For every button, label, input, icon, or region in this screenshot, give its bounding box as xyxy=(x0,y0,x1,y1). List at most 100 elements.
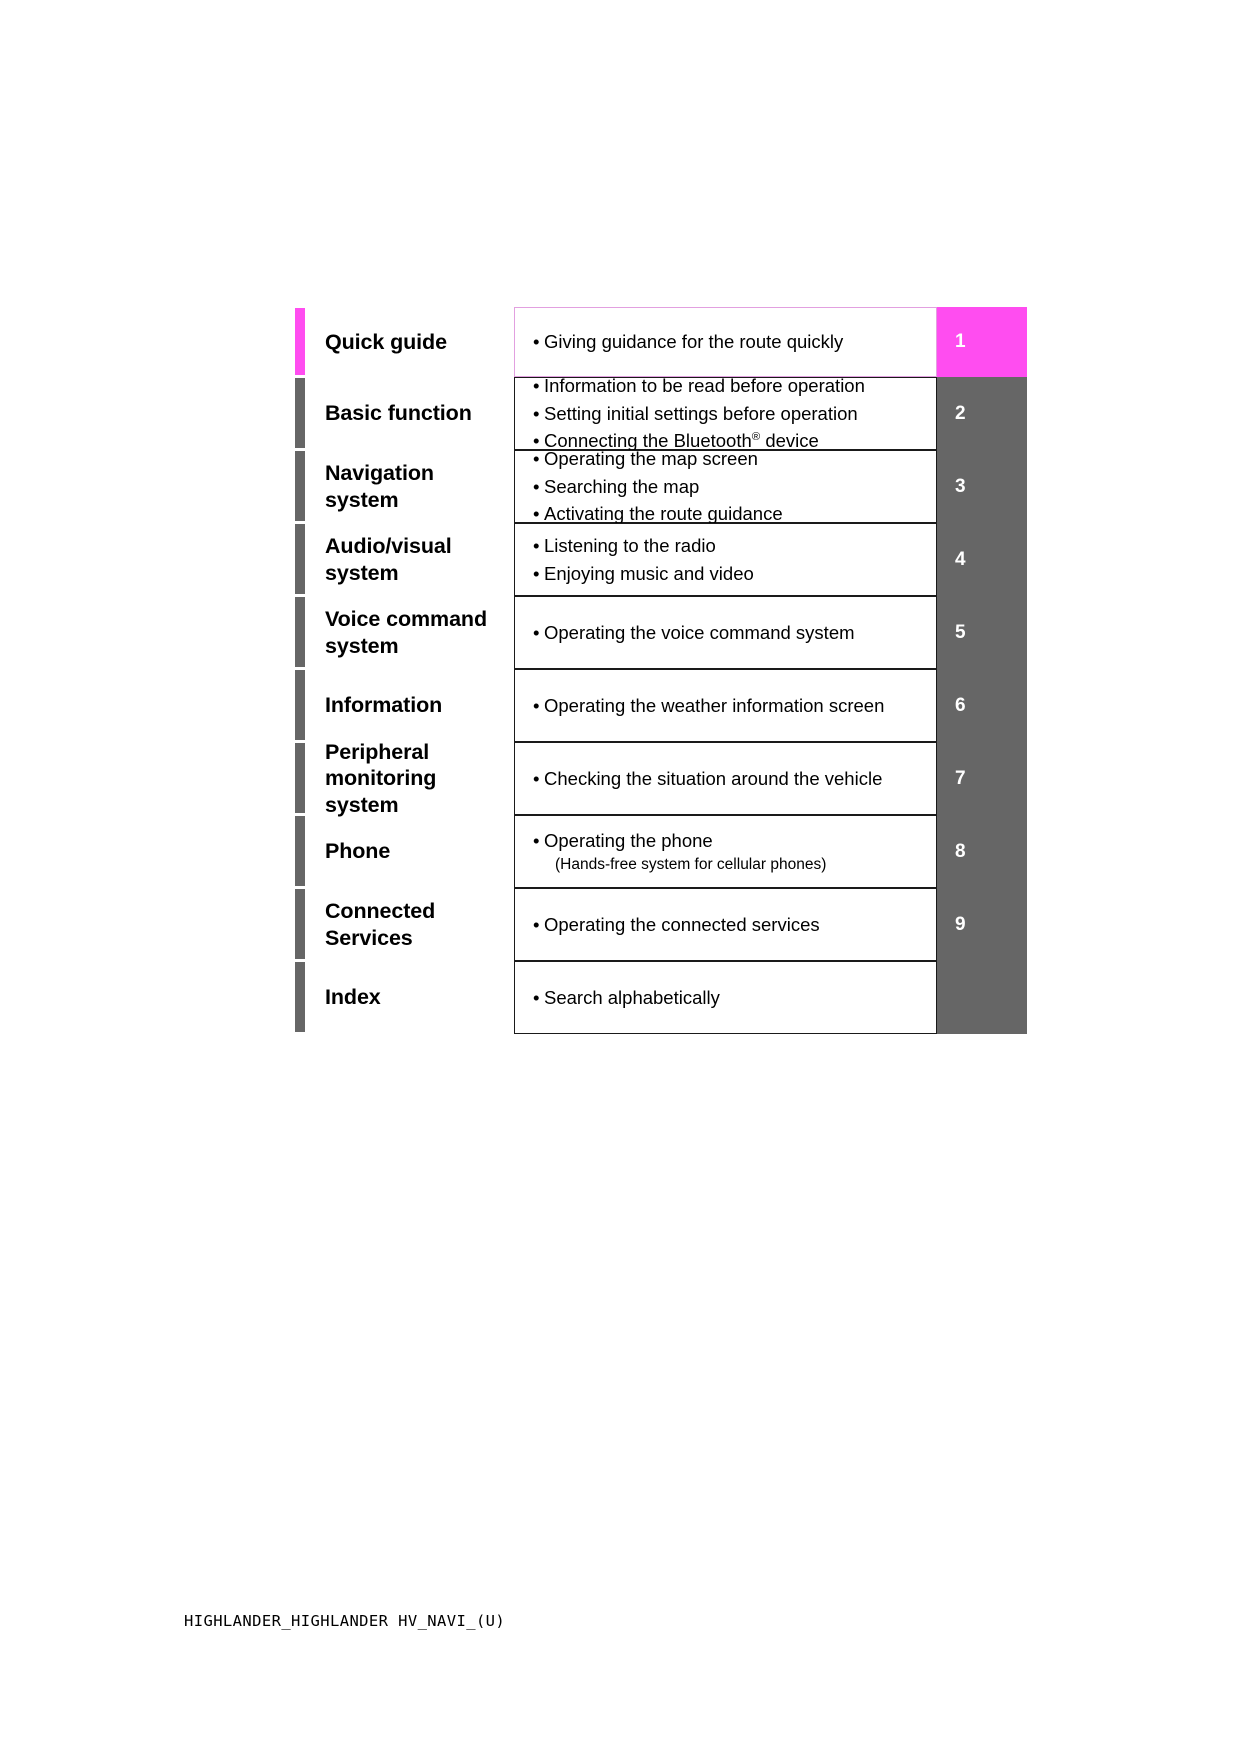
bullet-icon: • xyxy=(533,448,540,470)
bullet-icon: • xyxy=(533,402,540,424)
chapter-title-text: Phone xyxy=(325,839,391,864)
chapter-number-tab[interactable] xyxy=(937,961,1027,1034)
bullet-icon: • xyxy=(533,767,540,789)
registered-trademark-icon: ® xyxy=(751,431,761,444)
chapter-title[interactable]: Basic function xyxy=(311,377,514,450)
chapter-number-tab[interactable]: 1 xyxy=(937,307,1027,377)
chapter-description: • Giving guidance for the route quickly xyxy=(514,307,937,377)
description-line: (Hands-free system for cellular phones) xyxy=(555,855,827,873)
chapter-number-tab[interactable]: 7 xyxy=(937,742,1027,815)
chapter-color-bar xyxy=(295,888,311,961)
toc-row[interactable]: Quick guide • Giving guidance for the rout… xyxy=(295,307,1070,377)
bullet-icon: • xyxy=(533,331,540,353)
description-line: • Operating the map screen xyxy=(533,445,930,472)
toc-row[interactable]: Information • Operating the weather inform… xyxy=(295,669,1070,742)
chapter-number-tab[interactable]: 2 xyxy=(937,377,1027,450)
color-bar-fill xyxy=(295,889,305,959)
color-bar-fill xyxy=(295,378,305,448)
chapter-title-text: Navigation system xyxy=(325,461,434,512)
chapter-title[interactable]: Phone xyxy=(311,815,514,888)
bullet-icon: • xyxy=(533,375,540,397)
toc-row[interactable]: Index • Search alphabetically xyxy=(295,961,1070,1034)
bullet-icon: • xyxy=(533,535,540,557)
chapter-number-tab[interactable]: 9 xyxy=(937,888,1027,961)
chapter-description: • Operating the voice command system xyxy=(514,596,937,669)
color-bar-fill xyxy=(295,816,305,886)
chapter-number-tab[interactable]: 8 xyxy=(937,815,1027,888)
bullet-icon: • xyxy=(533,694,540,716)
chapter-title[interactable]: Connected Services xyxy=(311,888,514,961)
chapter-title-text: Basic function xyxy=(325,401,472,426)
color-bar-fill xyxy=(295,962,305,1032)
chapter-title[interactable]: Index xyxy=(311,961,514,1034)
chapter-title-text: Voice command system xyxy=(325,607,487,658)
table-of-contents: Quick guide • Giving guidance for the rout… xyxy=(295,307,1070,1034)
color-bar-fill xyxy=(295,308,305,375)
chapter-number-tab[interactable]: 6 xyxy=(937,669,1027,742)
toc-row[interactable]: Connected Services • Operating the connecte… xyxy=(295,888,1070,961)
chapter-number-tab[interactable]: 3 xyxy=(937,450,1027,523)
color-bar-fill xyxy=(295,743,305,813)
toc-row[interactable]: Navigation system • Operating the map scree… xyxy=(295,448,1070,524)
bullet-icon: • xyxy=(533,621,540,643)
toc-row[interactable]: Basic function • Information to be read be… xyxy=(295,375,1070,451)
description-line: • Enjoying music and video xyxy=(533,560,930,587)
toc-row[interactable]: Voice command system • Operating the voice … xyxy=(295,596,1070,669)
description-line: • Information to be read before operation xyxy=(533,372,930,399)
chapter-description: • Operating the phone (Hands-free system f… xyxy=(514,815,937,888)
chapter-title-text: Information xyxy=(325,693,443,718)
chapter-description: • Operating the map screen • Searching the … xyxy=(514,448,937,524)
chapter-title[interactable]: Voice command system xyxy=(311,596,514,669)
chapter-title-text: Index xyxy=(325,985,381,1010)
color-bar-fill xyxy=(295,670,305,740)
chapter-color-bar xyxy=(295,742,311,815)
toc-row[interactable]: Audio/visual system • Listening to the radi… xyxy=(295,523,1070,596)
chapter-color-bar xyxy=(295,523,311,596)
chapter-description: • Operating the weather information scree… xyxy=(514,669,937,742)
chapter-title-text: Connected Services xyxy=(325,899,436,950)
chapter-title[interactable]: Navigation system xyxy=(311,450,514,523)
color-bar-fill xyxy=(295,597,305,667)
description-line: • Giving guidance for the route quickly xyxy=(533,328,930,355)
bullet-icon: • xyxy=(533,830,540,852)
description-line: • Listening to the radio xyxy=(533,532,930,559)
bullet-icon: • xyxy=(533,475,540,497)
chapter-color-bar xyxy=(295,596,311,669)
chapter-color-bar xyxy=(295,450,311,523)
chapter-title-text: Audio/visual system xyxy=(325,534,452,585)
bullet-icon: • xyxy=(533,562,540,584)
toc-row[interactable]: Peripheral monitoring system • Checking the … xyxy=(295,740,1070,817)
chapter-description: • Information to be read before operation… xyxy=(514,375,937,451)
chapter-color-bar xyxy=(295,961,311,1034)
bullet-icon: • xyxy=(533,986,540,1008)
chapter-description: • Operating the connected services xyxy=(514,888,937,961)
bullet-icon: • xyxy=(533,913,540,935)
description-line: • Operating the voice command system xyxy=(533,619,930,646)
toc-row[interactable]: Phone • Operating the phone (Hands-free sys… xyxy=(295,815,1070,888)
chapter-description: • Listening to the radio • Enjoying music a… xyxy=(514,523,937,596)
chapter-description: • Checking the situation around the vehic… xyxy=(514,742,937,815)
description-line: • Operating the connected services xyxy=(533,911,930,938)
color-bar-fill xyxy=(295,451,305,521)
chapter-number-tab[interactable]: 5 xyxy=(937,596,1027,669)
page-footer-code: HIGHLANDER_HIGHLANDER HV_NAVI_(U) xyxy=(184,1612,506,1630)
chapter-color-bar xyxy=(295,815,311,888)
chapter-title[interactable]: Peripheral monitoring system xyxy=(311,740,514,817)
color-bar-fill xyxy=(295,524,305,594)
description-line: • Searching the map xyxy=(533,473,930,500)
description-line: • Search alphabetically xyxy=(533,984,930,1011)
description-line: • Operating the weather information scree… xyxy=(533,692,930,719)
chapter-color-bar xyxy=(295,307,311,377)
chapter-title[interactable]: Audio/visual system xyxy=(311,523,514,596)
description-line: • Checking the situation around the vehic… xyxy=(533,765,930,792)
chapter-color-bar xyxy=(295,669,311,742)
description-line: • Operating the phone xyxy=(533,827,930,854)
chapter-title-text: Peripheral monitoring system xyxy=(325,740,437,817)
chapter-number-tab[interactable]: 4 xyxy=(937,523,1027,596)
chapter-color-bar xyxy=(295,377,311,450)
chapter-title[interactable]: Information xyxy=(311,669,514,742)
chapter-title[interactable]: Quick guide xyxy=(311,307,514,377)
chapter-description: • Search alphabetically xyxy=(514,961,937,1034)
chapter-title-text: Quick guide xyxy=(325,329,447,354)
description-line: • Setting initial settings before operati… xyxy=(533,400,930,427)
